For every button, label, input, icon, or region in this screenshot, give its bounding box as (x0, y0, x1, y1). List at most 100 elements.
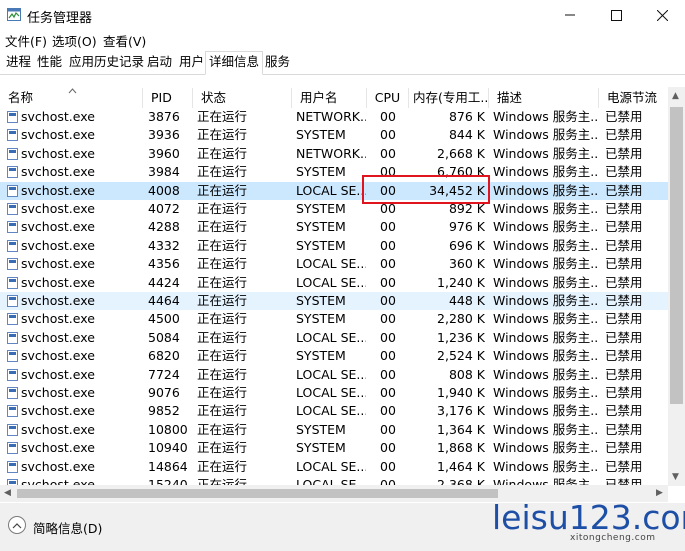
cell-name: svchost.exe (21, 477, 95, 485)
cell-cpu: 00 (380, 329, 396, 345)
tab-processes[interactable]: 进程 (3, 52, 34, 73)
cell-pid: 10800 (148, 421, 188, 437)
scroll-up-icon[interactable]: ▲ (672, 91, 679, 101)
menu-file[interactable]: 文件(F) (5, 31, 47, 50)
table-row[interactable]: svchost.exe 3984 正在运行 SYSTEM 00 6,760 K Window… (0, 163, 668, 181)
cell-name: svchost.exe (21, 440, 95, 456)
column-memory[interactable]: 内存(专用工... (409, 88, 489, 108)
close-button[interactable] (639, 0, 685, 30)
cell-pid: 4424 (148, 274, 180, 290)
column-status[interactable]: 状态 (193, 88, 292, 108)
cell-username: NETWORK... (296, 109, 366, 124)
column-name[interactable]: 名称 (0, 88, 143, 108)
table-row[interactable]: svchost.exe 4288 正在运行 SYSTEM 00 976 K Windows … (0, 218, 668, 236)
watermark-logo: leisu123.com (492, 498, 685, 537)
cell-memory: 1,364 K (437, 421, 485, 437)
column-username[interactable]: 用户名 (292, 88, 367, 108)
scroll-left-icon[interactable]: ◀ (4, 488, 11, 498)
cell-status: 正在运行 (197, 256, 248, 272)
cell-username: LOCAL SE... (296, 256, 366, 272)
cell-username: NETWORK... (296, 145, 366, 161)
tab-app-history[interactable]: 应用历史记录 (66, 52, 147, 73)
cell-status: 正在运行 (197, 127, 248, 143)
cell-power-throttling: 已禁用 (605, 219, 643, 235)
cell-memory: 2,524 K (437, 348, 485, 364)
highlight-box (362, 175, 490, 204)
cell-power-throttling: 已禁用 (605, 109, 643, 124)
scroll-right-icon[interactable]: ▶ (656, 488, 663, 498)
maximize-button[interactable] (593, 0, 639, 30)
tab-startup[interactable]: 启动 (144, 52, 175, 73)
tab-details[interactable]: 详细信息 (205, 51, 264, 75)
table-row[interactable]: svchost.exe 3876 正在运行 NETWORK... 00 876 K Wind… (0, 108, 668, 126)
cell-status: 正在运行 (197, 164, 248, 180)
cell-power-throttling: 已禁用 (605, 403, 643, 419)
table-row[interactable]: svchost.exe 5084 正在运行 LOCAL SE... 00 1,236 K W… (0, 329, 668, 347)
collapse-button[interactable] (8, 516, 26, 534)
process-icon (7, 295, 18, 307)
cell-cpu: 00 (380, 109, 396, 124)
horizontal-scroll-thumb[interactable] (17, 489, 498, 498)
column-power-throttling[interactable]: 电源节流 (599, 88, 668, 108)
table-row[interactable]: svchost.exe 15240 正在运行 LOCAL SE... 00 2,368 K… (0, 476, 668, 485)
cell-power-throttling: 已禁用 (605, 293, 643, 308)
cell-power-throttling: 已禁用 (605, 311, 643, 327)
table-row[interactable]: svchost.exe 4072 正在运行 SYSTEM 00 892 K Windows … (0, 200, 668, 218)
cell-pid: 3876 (148, 109, 180, 124)
table-row[interactable]: svchost.exe 4464 正在运行 SYSTEM 00 448 K Windows … (0, 292, 668, 311)
chevron-up-icon (12, 522, 22, 528)
cell-cpu: 00 (380, 274, 396, 290)
table-row[interactable]: svchost.exe 14864 正在运行 LOCAL SE... 00 1,464 K… (0, 458, 668, 476)
table-row[interactable]: svchost.exe 10940 正在运行 SYSTEM 00 1,868 K Windo… (0, 439, 668, 457)
cell-power-throttling: 已禁用 (605, 201, 643, 216)
cell-name: svchost.exe (21, 219, 95, 235)
cell-status: 正在运行 (197, 219, 248, 235)
table-row[interactable]: svchost.exe 4332 正在运行 SYSTEM 00 696 K Windows … (0, 237, 668, 255)
cell-username: SYSTEM (296, 311, 346, 327)
cell-status: 正在运行 (197, 274, 248, 290)
process-icon (7, 166, 18, 179)
cell-description: Windows 服务主... (493, 477, 597, 485)
scroll-down-icon[interactable]: ▼ (672, 472, 679, 482)
table-row[interactable]: svchost.exe 3960 正在运行 NETWORK... 00 2,668 K Wi… (0, 145, 668, 163)
cell-username: LOCAL SE... (296, 182, 366, 198)
cell-name: svchost.exe (21, 421, 95, 437)
fewer-details-link[interactable]: 简略信息(D) (33, 518, 102, 537)
cell-name: svchost.exe (21, 145, 95, 161)
process-icon (7, 387, 18, 399)
table-row[interactable]: svchost.exe 9852 正在运行 LOCAL SE... 00 3,176 K W… (0, 402, 668, 420)
cell-description: Windows 服务主... (493, 348, 597, 364)
table-row[interactable]: svchost.exe 7724 正在运行 LOCAL SE... 00 808 K Win… (0, 366, 668, 384)
cell-name: svchost.exe (21, 109, 95, 124)
minimize-button[interactable] (547, 0, 593, 30)
table-row[interactable]: svchost.exe 4500 正在运行 SYSTEM 00 2,280 K Window… (0, 310, 668, 328)
column-pid[interactable]: PID (143, 88, 193, 108)
cell-description: Windows 服务主... (493, 440, 597, 456)
process-icon (7, 276, 18, 289)
tab-users[interactable]: 用户 (176, 52, 207, 73)
tab-services[interactable]: 服务 (262, 52, 293, 73)
vertical-scroll-thumb[interactable] (670, 107, 683, 404)
table-row[interactable]: svchost.exe 4356 正在运行 LOCAL SE... 00 360 K Win… (0, 255, 668, 273)
cell-username: LOCAL SE... (296, 366, 366, 382)
cell-memory: 844 K (448, 127, 485, 143)
menu-view[interactable]: 查看(V) (103, 31, 146, 50)
table-row[interactable]: svchost.exe 6820 正在运行 SYSTEM 00 2,524 K Window… (0, 347, 668, 365)
table-row[interactable]: svchost.exe 9076 正在运行 LOCAL SE... 00 1,940 K W… (0, 384, 668, 402)
cell-username: LOCAL SE... (296, 274, 366, 290)
cell-name: svchost.exe (21, 237, 95, 253)
cell-status: 正在运行 (197, 237, 248, 253)
table-row[interactable]: svchost.exe 4424 正在运行 LOCAL SE... 00 1,240 K W… (0, 274, 668, 292)
cell-memory: 3,176 K (437, 403, 485, 419)
cell-cpu: 00 (380, 403, 396, 419)
column-cpu[interactable]: CPU (367, 88, 409, 108)
table-row[interactable]: svchost.exe 4008 正在运行 LOCAL SE... 00 34,452 K… (0, 181, 668, 200)
menu-options[interactable]: 选项(O) (52, 31, 97, 50)
table-row[interactable]: svchost.exe 3936 正在运行 SYSTEM 00 844 K Windows … (0, 126, 668, 144)
tab-performance[interactable]: 性能 (34, 52, 65, 73)
cell-memory: 1,464 K (437, 458, 485, 474)
column-description[interactable]: 描述 (489, 88, 599, 108)
cell-description: Windows 服务主... (493, 182, 597, 198)
cell-power-throttling: 已禁用 (605, 440, 643, 456)
table-row[interactable]: svchost.exe 10800 正在运行 SYSTEM 00 1,364 K Windo… (0, 421, 668, 439)
